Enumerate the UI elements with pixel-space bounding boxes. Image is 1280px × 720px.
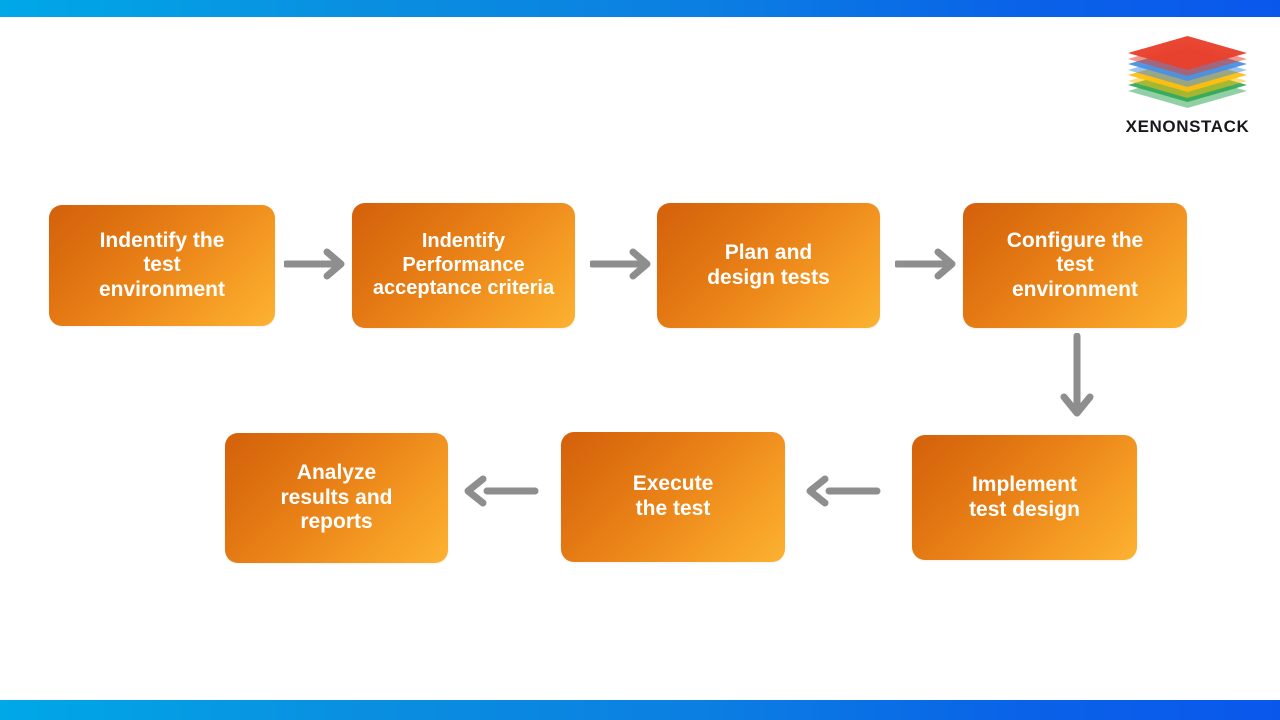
process-step-label: Indentify the test environment bbox=[98, 228, 226, 301]
brand-name: XENONSTACK bbox=[1125, 117, 1250, 136]
process-step-execute-the-test[interactable]: Execute the test bbox=[561, 432, 785, 562]
process-step-label: Plan and design tests bbox=[707, 240, 830, 289]
brand-logo: XENONSTACK bbox=[1120, 28, 1255, 137]
arrow-left-icon-step6-to-step7 bbox=[463, 472, 539, 510]
process-step-analyze-results-and-reports[interactable]: Analyze results and reports bbox=[225, 433, 448, 563]
process-step-label: Indentify Performance acceptance criteri… bbox=[372, 230, 555, 300]
bottom-accent-bar bbox=[0, 700, 1280, 720]
process-step-plan-and-design-tests[interactable]: Plan and design tests bbox=[657, 203, 880, 328]
slide-canvas: XENONSTACK Indentify the test environmen… bbox=[0, 0, 1280, 720]
process-step-label: Configure the test environment bbox=[1006, 228, 1144, 301]
arrow-right-icon-step1-to-step2 bbox=[284, 245, 346, 283]
arrow-left-icon-step5-to-step6 bbox=[805, 472, 881, 510]
top-accent-bar bbox=[0, 0, 1280, 17]
arrow-right-icon-step2-to-step3 bbox=[590, 245, 652, 283]
process-step-identify-test-environment[interactable]: Indentify the test environment bbox=[49, 205, 275, 326]
process-step-identify-performance-acceptance-criteria[interactable]: Indentify Performance acceptance criteri… bbox=[352, 203, 575, 328]
process-step-label: Execute the test bbox=[632, 472, 714, 520]
process-step-configure-test-environment[interactable]: Configure the test environment bbox=[963, 203, 1187, 328]
process-step-implement-test-design[interactable]: Implement test design bbox=[912, 435, 1137, 560]
process-step-label: Analyze results and reports bbox=[280, 461, 393, 534]
arrow-down-icon-step4-to-step5 bbox=[1060, 333, 1094, 423]
process-step-label: Implement test design bbox=[969, 472, 1080, 521]
arrow-right-icon-step3-to-step4 bbox=[895, 245, 957, 283]
xenonstack-stacked-layers-icon bbox=[1120, 28, 1255, 116]
